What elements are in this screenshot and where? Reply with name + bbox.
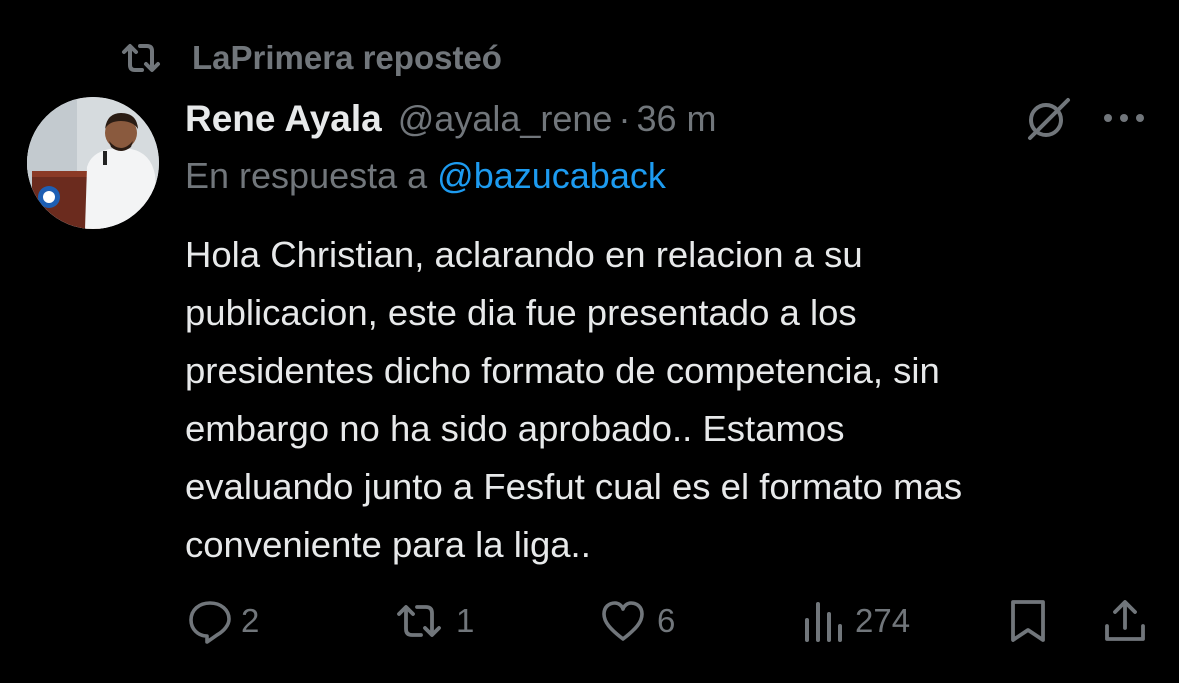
repost-icon <box>122 44 160 72</box>
repost-header: LaPrimera reposteó <box>120 38 502 78</box>
repost-count: 1 <box>456 602 475 639</box>
timestamp[interactable]: 36 m <box>636 98 716 140</box>
like-count: 6 <box>657 602 676 639</box>
more-icon[interactable] <box>1100 104 1148 132</box>
avatar-image <box>27 97 159 229</box>
reply-prefix: En respuesta a <box>185 155 438 196</box>
tweet-text-line: Hola Christian, aclarando en relacion a … <box>185 234 863 275</box>
tweet-header: Rene Ayala @ayala_rene · 36 m <box>185 96 716 142</box>
tweet-text-line: presidentes dicho formato de competencia… <box>185 350 940 391</box>
bookmark-button[interactable] <box>1005 596 1051 646</box>
author-name[interactable]: Rene Ayala <box>185 98 382 140</box>
tweet-text-line: embargo no ha sido aprobado.. Estamos <box>185 408 845 449</box>
avatar[interactable] <box>27 97 159 229</box>
bookmark-icon <box>1011 600 1045 642</box>
like-button[interactable]: 6 <box>597 596 675 646</box>
reply-mention-link[interactable]: @bazucaback <box>437 155 666 196</box>
repost-icon <box>397 605 441 637</box>
share-button[interactable] <box>1102 596 1148 646</box>
reply-context: En respuesta a @bazucaback <box>185 155 666 197</box>
repost-button[interactable]: 1 <box>390 596 474 646</box>
reply-icon <box>189 601 231 644</box>
grok-icon[interactable] <box>1022 96 1072 142</box>
views-count: 274 <box>855 602 911 639</box>
views-icon <box>805 602 842 642</box>
tweet-text-line: conveniente para la liga.. <box>185 524 591 565</box>
tweet-text-line: evaluando junto a Fesfut cual es el form… <box>185 466 963 507</box>
views-button[interactable]: 274 <box>801 596 910 646</box>
separator-dot: · <box>618 98 631 139</box>
reply-button[interactable]: 2 <box>187 596 259 646</box>
heart-icon <box>602 601 644 641</box>
reply-count: 2 <box>241 602 260 639</box>
author-handle[interactable]: @ayala_rene <box>398 98 613 140</box>
tweet-text-line: publicacion, este dia fue presentado a l… <box>185 292 857 333</box>
share-icon <box>1105 600 1145 641</box>
repost-label[interactable]: LaPrimera reposteó <box>192 39 502 77</box>
tweet-body: Hola Christian, aclarando en relacion a … <box>185 226 1160 574</box>
